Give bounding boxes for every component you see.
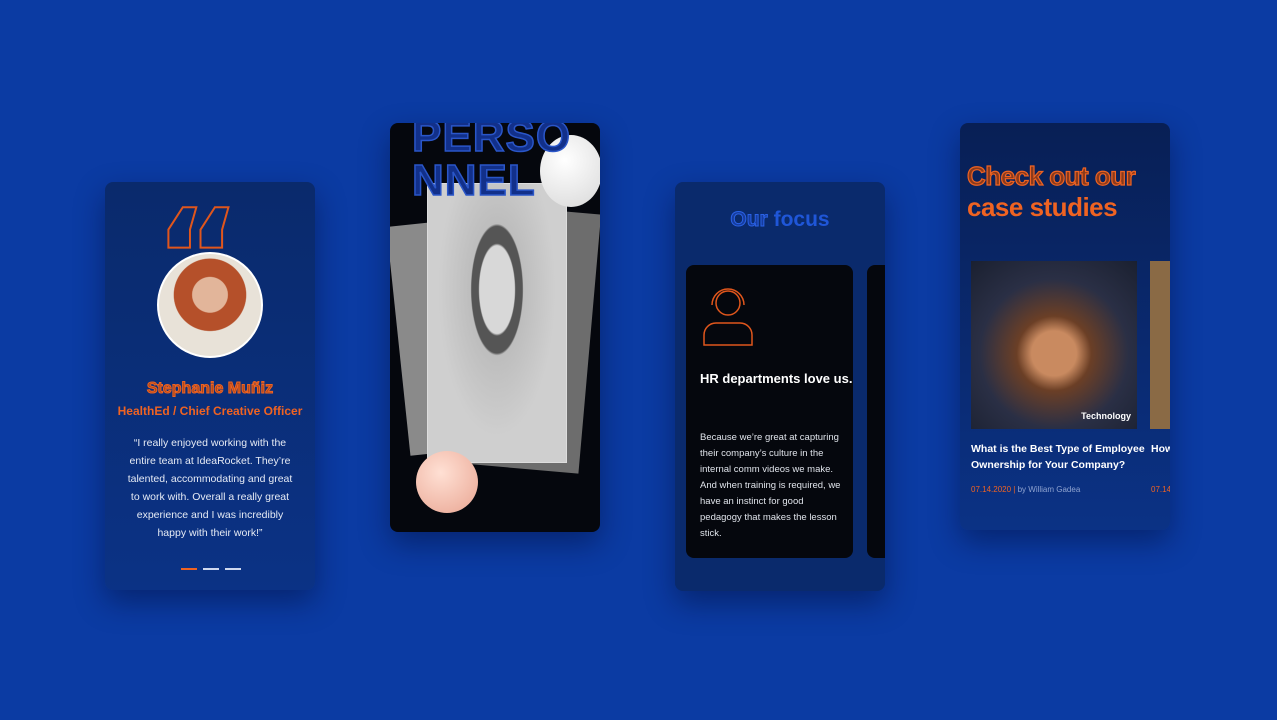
pink-sphere-icon xyxy=(416,451,478,513)
article-title-next[interactable]: How Cha xyxy=(1151,441,1170,457)
focus-title-outline: Our xyxy=(730,208,768,232)
personnel-card: PERSO NNEL xyxy=(390,123,600,532)
slider-dots[interactable] xyxy=(181,568,241,570)
article-author: by William Gadea xyxy=(1017,485,1081,494)
avatar xyxy=(157,252,263,358)
testimonial-role: HealthEd / Chief Creative Officer xyxy=(117,404,303,418)
case-studies-card: Check out our case studies Technology Wh… xyxy=(960,123,1170,530)
article-image-next[interactable] xyxy=(1150,261,1170,429)
focus-item-text: Because we’re great at capturing their c… xyxy=(700,432,841,539)
article-image[interactable]: Technology xyxy=(971,261,1137,429)
focus-item-card-next[interactable] xyxy=(867,265,885,558)
cases-title-outline: Check out our xyxy=(966,160,1136,191)
headset-person-icon xyxy=(703,288,753,346)
article-tag: Technology xyxy=(1081,411,1131,421)
article-title[interactable]: What is the Best Type of Employee Owners… xyxy=(971,441,1146,473)
focus-card: Our focus HR departments love us. Becaus… xyxy=(675,182,885,591)
focus-title: Our focus xyxy=(675,208,885,232)
testimonial-name: Stephanie Muñiz xyxy=(146,380,274,398)
focus-item-card[interactable]: HR departments love us. Because we’re gr… xyxy=(686,265,853,558)
cases-title: case studies xyxy=(967,192,1118,222)
slide-dot-1[interactable] xyxy=(181,568,197,570)
testimonial-card: “ Stephanie Muñiz HealthEd / Chief Creat… xyxy=(105,182,315,590)
article-date-next: 07.14 xyxy=(1151,485,1170,494)
focus-title-bold: focus xyxy=(773,208,830,231)
testimonial-quote: “I really enjoyed working with the entir… xyxy=(127,437,293,539)
slide-dot-3[interactable] xyxy=(225,568,241,570)
focus-item-title: HR departments love us. xyxy=(700,371,853,386)
article-meta: 07.14.2020 | by William Gadea xyxy=(971,485,1081,494)
slide-dot-2[interactable] xyxy=(203,568,219,570)
article-date: 07.14.2020 xyxy=(971,485,1012,494)
portrait-photo xyxy=(427,183,567,463)
personnel-heading: PERSO NNEL xyxy=(411,123,572,205)
